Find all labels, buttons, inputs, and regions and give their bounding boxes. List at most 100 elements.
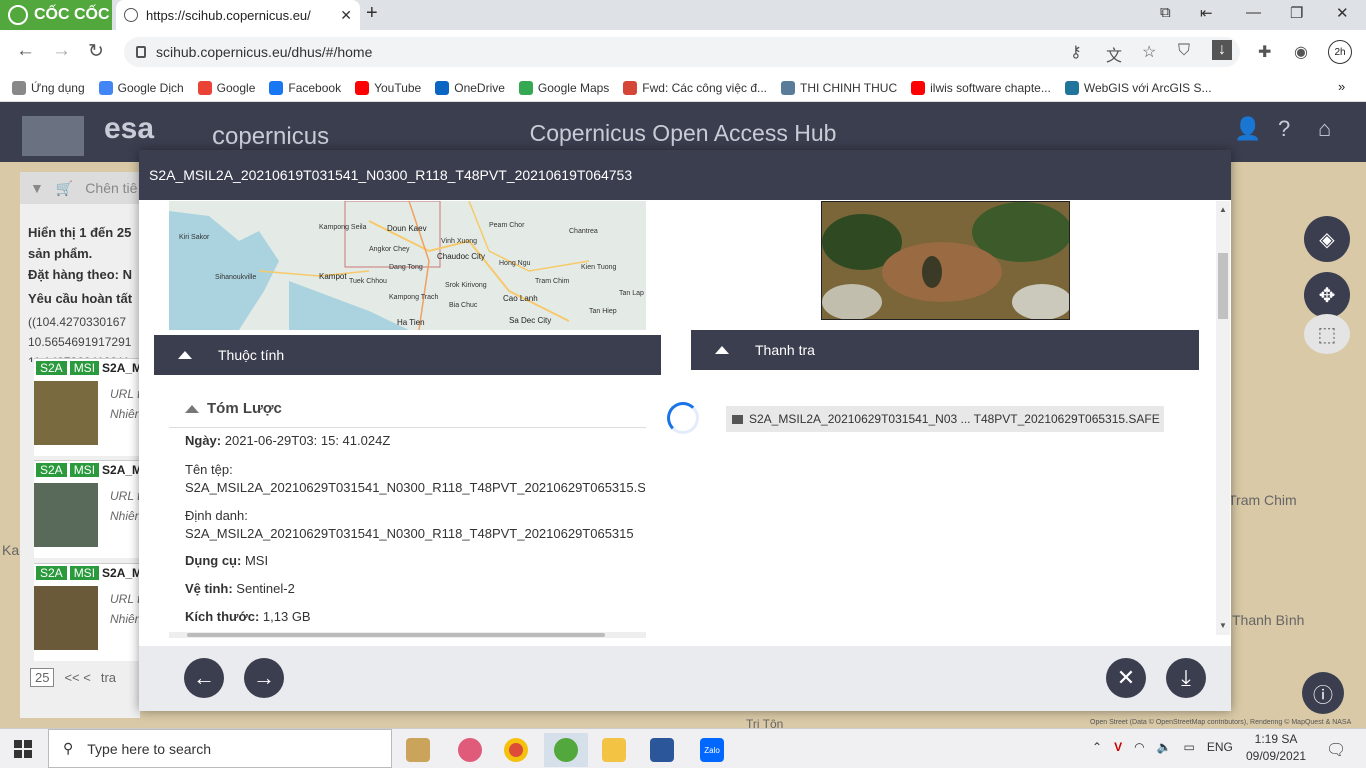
- select-area-button[interactable]: ⬚: [1304, 314, 1350, 354]
- identifier-value: S2A_MSIL2A_20210629T031541_N0300_R118_T4…: [185, 526, 634, 541]
- windows-start-icon[interactable]: [14, 740, 32, 758]
- antivirus-icon[interactable]: V: [1114, 740, 1122, 754]
- bookmark-label: OneDrive: [454, 80, 505, 95]
- bookmark-item[interactable]: Ứng dụng: [12, 80, 85, 95]
- map-place: Doun Kaev: [387, 224, 427, 233]
- restore-button[interactable]: ❐: [1290, 4, 1303, 22]
- snipping-app-icon[interactable]: [448, 733, 492, 767]
- bookmark-star-icon[interactable]: ☆: [1142, 42, 1156, 62]
- user-icon[interactable]: 👤: [1234, 116, 1261, 142]
- clock-date: 09/09/2021: [1246, 749, 1307, 763]
- forward-button[interactable]: →: [52, 40, 71, 62]
- taskbar-search[interactable]: ⚲ Type here to search: [48, 729, 392, 768]
- pan-button[interactable]: ✥: [1304, 272, 1350, 318]
- file-explorer-icon[interactable]: [592, 733, 636, 767]
- next-product-button[interactable]: →: [244, 658, 284, 698]
- bookmark-item[interactable]: OneDrive: [435, 80, 505, 95]
- close-tab-icon[interactable]: ✕: [340, 7, 352, 24]
- safe-file-node[interactable]: S2A_MSIL2A_20210629T031541_N03 ... T48PV…: [726, 406, 1164, 432]
- date-label: Ngày:: [185, 433, 222, 448]
- close-window-button[interactable]: ✕: [1336, 4, 1349, 22]
- volume-icon[interactable]: 🔈: [1157, 740, 1172, 754]
- language-indicator[interactable]: ENG: [1207, 740, 1233, 754]
- bookmark-item[interactable]: Google Dịch: [98, 80, 184, 95]
- search-icon: ⚲: [63, 740, 74, 756]
- bookmark-item[interactable]: THI CHINH THUC: [781, 80, 897, 95]
- search-bar[interactable]: ▼ 🛒 Chên tiê: [20, 172, 140, 204]
- bookmarks-overflow-icon[interactable]: »: [1338, 79, 1345, 94]
- pager-prev[interactable]: << <: [64, 670, 90, 685]
- close-modal-button[interactable]: ✕: [1106, 658, 1146, 698]
- satellite-value: Sentinel-2: [236, 581, 295, 596]
- reload-button[interactable]: ↻: [88, 40, 104, 63]
- summary-header[interactable]: Tóm Lược: [185, 400, 282, 417]
- bookmark-item[interactable]: WebGIS với ArcGIS S...: [1064, 80, 1212, 95]
- map-place: Tan Lap: [619, 290, 644, 297]
- word-app-icon[interactable]: [640, 733, 684, 767]
- notification-icon[interactable]: 🗨: [1326, 740, 1346, 760]
- account-icon[interactable]: ◉: [1294, 42, 1308, 62]
- screenshot-icon[interactable]: ⧉: [1160, 4, 1171, 21]
- bookmark-item[interactable]: ilwis software chapte...: [911, 80, 1051, 95]
- info-button[interactable]: ⓘ: [1302, 672, 1344, 714]
- coccoc-app-icon[interactable]: [544, 733, 588, 767]
- battery-icon[interactable]: ▭: [1184, 740, 1195, 754]
- bookmark-label: Facebook: [288, 80, 342, 95]
- help-icon[interactable]: ?: [1278, 116, 1290, 142]
- taskbar-clock[interactable]: 1:19 SA 09/09/2021: [1246, 731, 1306, 765]
- minimize-button[interactable]: —: [1246, 4, 1261, 21]
- chrome-app-icon[interactable]: [494, 733, 538, 767]
- page-size-select[interactable]: 25: [30, 668, 55, 687]
- map-label-thanh-binh: Thanh Bình: [1232, 612, 1305, 628]
- filter-icon[interactable]: ▼: [30, 180, 44, 196]
- inspect-section-header[interactable]: Thanh tra: [691, 330, 1199, 370]
- bookmark-label: Google Maps: [537, 80, 610, 95]
- download-icon[interactable]: ↓: [1212, 40, 1232, 60]
- bookmark-item[interactable]: Facebook: [269, 80, 342, 95]
- network-icon[interactable]: ◠: [1134, 740, 1144, 754]
- horizontal-scroll-thumb[interactable]: [187, 633, 605, 637]
- product-mission: Nhiên: [110, 509, 142, 523]
- quicklook-image[interactable]: [821, 201, 1070, 320]
- horizontal-scrollbar[interactable]: [169, 632, 646, 638]
- vertical-scrollbar[interactable]: ▲ ▼: [1216, 201, 1230, 635]
- properties-section-header[interactable]: Thuộc tính: [154, 335, 661, 375]
- scroll-down-icon[interactable]: ▼: [1219, 621, 1227, 630]
- new-tab-button[interactable]: +: [366, 2, 378, 25]
- footprint-map[interactable]: Kiri Sakor Kampong Seila Doun Kaev Angko…: [169, 201, 646, 330]
- browser-tab[interactable]: https://scihub.copernicus.eu/ ✕: [116, 0, 360, 30]
- layers-button[interactable]: ◈: [1304, 216, 1350, 262]
- extensions-icon[interactable]: ✚: [1258, 42, 1271, 62]
- profile-badge[interactable]: 2h: [1328, 40, 1352, 64]
- download-product-button[interactable]: ⤓: [1166, 658, 1206, 698]
- home-icon[interactable]: ⌂: [1318, 116, 1331, 142]
- back-history-icon[interactable]: ⇤: [1200, 4, 1213, 22]
- pager-tra[interactable]: tra: [101, 670, 116, 685]
- product-name: S2A_M: [102, 361, 143, 375]
- platform-tag: S2A: [36, 566, 67, 580]
- chevron-up-icon[interactable]: ⌃: [1092, 740, 1102, 754]
- zalo-app-icon[interactable]: Zalo: [690, 733, 734, 767]
- map-place: Cao Lanh: [503, 294, 538, 303]
- cart-icon[interactable]: 🛒: [56, 180, 73, 197]
- summary-divider: [169, 427, 646, 428]
- scroll-up-icon[interactable]: ▲: [1219, 205, 1227, 214]
- coccoc-brand-button[interactable]: CỐC CỐC: [0, 0, 112, 30]
- instrument-value: MSI: [244, 553, 269, 568]
- bookmark-label: Google Dịch: [117, 80, 184, 95]
- key-icon[interactable]: ⚷: [1070, 42, 1082, 62]
- paint-app-icon[interactable]: [396, 733, 440, 767]
- product-thumbnail[interactable]: [34, 483, 98, 547]
- shield-icon[interactable]: ⛉: [1178, 42, 1190, 60]
- bookmark-item[interactable]: YouTube: [355, 80, 421, 95]
- product-thumbnail[interactable]: [34, 586, 98, 650]
- bookmark-item[interactable]: Google: [197, 80, 255, 95]
- bookmark-item[interactable]: Fwd: Các công việc đ...: [623, 80, 767, 95]
- vertical-scroll-thumb[interactable]: [1218, 253, 1228, 319]
- bookmark-item[interactable]: Google Maps: [518, 80, 610, 95]
- previous-product-button[interactable]: ←: [184, 658, 224, 698]
- back-button[interactable]: ←: [16, 40, 35, 62]
- size-value: 1,13 GB: [262, 609, 311, 624]
- product-thumbnail[interactable]: [34, 381, 98, 445]
- translate-icon[interactable]: 文: [1106, 42, 1122, 66]
